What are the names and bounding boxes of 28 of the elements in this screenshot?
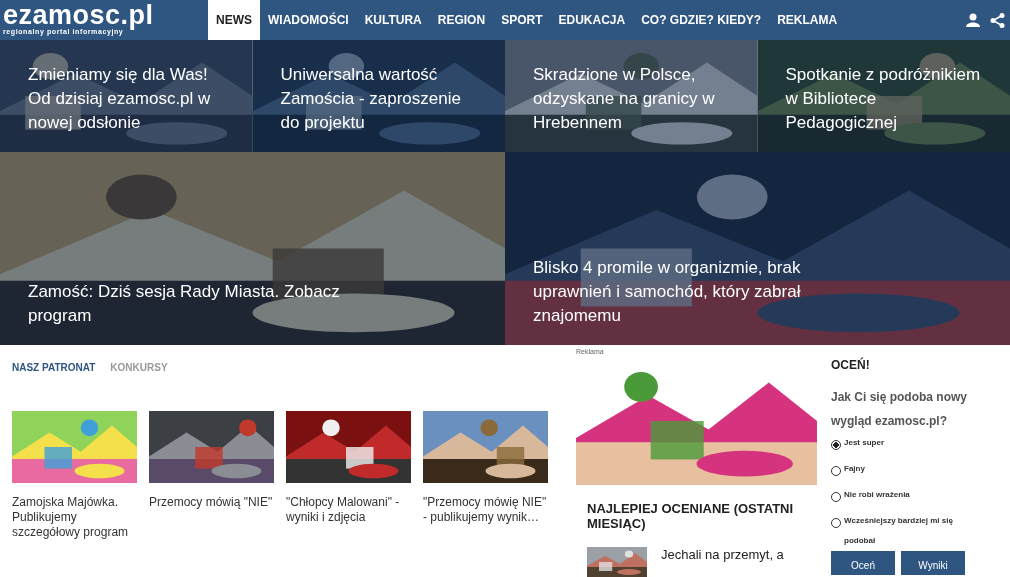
- radio-button[interactable]: [831, 440, 841, 450]
- poll-button[interactable]: Wyniki: [901, 551, 965, 575]
- nav-tab[interactable]: NEWS: [208, 0, 260, 40]
- nav-tab[interactable]: SPORT: [493, 0, 551, 40]
- article-title[interactable]: "Przemocy mówię NIE" - publikujemy wynik…: [423, 495, 548, 525]
- article-title[interactable]: "Chłopcy Malowani" - wyniki i zdjęcia: [286, 495, 411, 525]
- poll-question: Jak Ci się podoba nowy wygląd ezamosc.pl?: [831, 389, 969, 430]
- article-title[interactable]: Zamojska Majówka. Publikujemy szczegółowy program: [12, 495, 137, 540]
- share-icon[interactable]: [990, 12, 1005, 28]
- nav-tab[interactable]: CO? GDZIE? KIEDY?: [633, 0, 770, 40]
- story-tile[interactable]: Zamość: Dziś sesja Rady Miasta. Zobacz program: [0, 152, 505, 345]
- poll-heading: OCEŃ!: [831, 358, 871, 372]
- article-title[interactable]: Jechali na przemyt, a: [661, 547, 784, 562]
- section-heading: NAJLEPIEJ OCENIANE (OSTATNI MIESIĄC): [587, 501, 795, 531]
- nav-tab[interactable]: REKLAMA: [769, 0, 846, 40]
- nav-tab[interactable]: KULTURA: [356, 0, 430, 40]
- story-tile[interactable]: Blisko 4 promile w organizmie, brak uprawnień i samochód, który zabrał znajomemu: [505, 152, 1010, 345]
- nav-tab[interactable]: WIADOMOŚCI: [260, 0, 357, 40]
- option-label[interactable]: Nie robi wrażenia: [844, 488, 984, 502]
- poll-button[interactable]: Oceń: [831, 551, 895, 575]
- option-label[interactable]: Jest super: [844, 436, 984, 450]
- user-icon[interactable]: [966, 13, 980, 27]
- nav-tab[interactable]: EDUKACJA: [550, 0, 634, 40]
- article-title[interactable]: Przemocy mówią "NIE": [149, 495, 274, 510]
- option-label[interactable]: Fajny: [844, 462, 984, 476]
- section-tab[interactable]: NASZ PATRONAT: [12, 362, 96, 373]
- nav-tab[interactable]: REGION: [429, 0, 494, 40]
- option-label[interactable]: Wcześniejszy bardziej mi się podobał: [844, 511, 984, 551]
